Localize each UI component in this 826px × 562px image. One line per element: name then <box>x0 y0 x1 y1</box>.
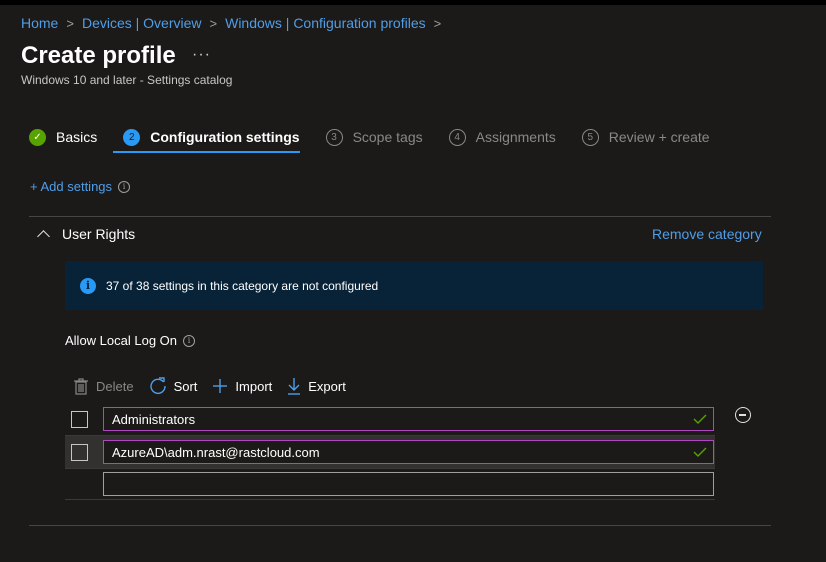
import-label: Import <box>235 378 273 394</box>
plus-icon <box>213 379 228 393</box>
row-checkbox[interactable] <box>71 443 88 461</box>
minus-circle-icon[interactable] <box>735 407 751 423</box>
step-label: Basics <box>56 129 98 145</box>
value-text: Administrators <box>112 411 196 427</box>
step-configuration-settings[interactable]: 2 Configuration settings <box>113 124 300 153</box>
top-bar <box>0 0 826 5</box>
sort-button[interactable]: Sort <box>149 377 198 395</box>
step-label: Scope tags <box>352 129 423 145</box>
list-item: AzureAD\adm.nrast@rastcloud.com <box>65 436 715 468</box>
info-icon[interactable]: i <box>183 334 196 347</box>
category-header[interactable]: User Rights <box>37 226 136 243</box>
delete-button[interactable]: Delete <box>73 377 134 395</box>
checkmark-icon: ✓ <box>29 128 46 146</box>
list-item: Administrators <box>65 403 715 435</box>
breadcrumb-devices-overview[interactable]: Devices | Overview <box>82 15 202 31</box>
step-number: 4 <box>448 128 466 146</box>
more-options-button[interactable]: ··· <box>192 46 211 64</box>
wizard-steps: ✓ Basics 2 Configuration settings 3 Scop… <box>29 124 736 153</box>
list-toolbar: Delete Sort Import Export <box>73 377 361 395</box>
page-subtitle: Windows 10 and later - Settings catalog <box>21 73 233 87</box>
section-divider <box>29 216 771 217</box>
export-button[interactable]: Export <box>287 377 346 395</box>
row-checkbox[interactable] <box>71 410 88 428</box>
breadcrumb-separator: > <box>66 15 74 31</box>
step-assignments[interactable]: 4 Assignments <box>448 124 556 150</box>
add-settings-label: + Add settings <box>30 179 113 194</box>
value-input[interactable]: AzureAD\adm.nrast@rastcloud.com <box>103 440 714 464</box>
step-review-create[interactable]: 5 Review + create <box>581 124 710 150</box>
page-title: Create profile <box>21 42 176 69</box>
category-name: User Rights <box>62 226 136 242</box>
breadcrumb: Home > Devices | Overview > Windows | Co… <box>21 15 449 31</box>
remove-category-link[interactable]: Remove category <box>652 226 762 242</box>
new-value-input[interactable] <box>103 472 714 496</box>
step-number: 5 <box>581 128 599 146</box>
info-icon: i <box>80 277 96 294</box>
info-message-bar: i 37 of 38 settings in this category are… <box>65 261 763 310</box>
chevron-up-icon[interactable] <box>37 229 50 243</box>
list-item <box>65 468 715 500</box>
breadcrumb-separator: > <box>433 15 442 31</box>
value-text: AzureAD\adm.nrast@rastcloud.com <box>112 444 320 460</box>
step-label: Review + create <box>608 129 710 145</box>
refresh-icon <box>149 377 166 395</box>
step-scope-tags[interactable]: 3 Scope tags <box>325 124 423 150</box>
trash-icon <box>74 377 88 395</box>
breadcrumb-configuration-profiles[interactable]: Windows | Configuration profiles <box>225 15 426 31</box>
section-divider <box>29 525 771 526</box>
checkmark-icon <box>693 447 707 457</box>
add-settings-link[interactable]: + Add settings i <box>30 179 131 194</box>
breadcrumb-home[interactable]: Home <box>21 15 58 31</box>
info-icon[interactable]: i <box>118 180 131 193</box>
setting-label: Allow Local Log On <box>65 333 178 348</box>
step-basics[interactable]: ✓ Basics <box>29 124 97 150</box>
info-message-text: 37 of 38 settings in this category are n… <box>106 278 379 293</box>
row-divider <box>65 499 715 500</box>
setting-allow-local-log-on: Allow Local Log On i <box>65 333 196 348</box>
step-number: 3 <box>325 128 343 146</box>
sort-label: Sort <box>173 378 198 394</box>
delete-label: Delete <box>96 378 134 394</box>
value-input[interactable]: Administrators <box>103 407 714 431</box>
checkmark-icon <box>693 414 707 424</box>
step-label: Configuration settings <box>150 129 300 145</box>
download-arrow-icon <box>288 378 301 395</box>
export-label: Export <box>308 378 346 394</box>
import-button[interactable]: Import <box>212 378 272 394</box>
step-number: 2 <box>123 128 141 146</box>
breadcrumb-separator: > <box>209 15 218 31</box>
step-label: Assignments <box>475 129 556 145</box>
